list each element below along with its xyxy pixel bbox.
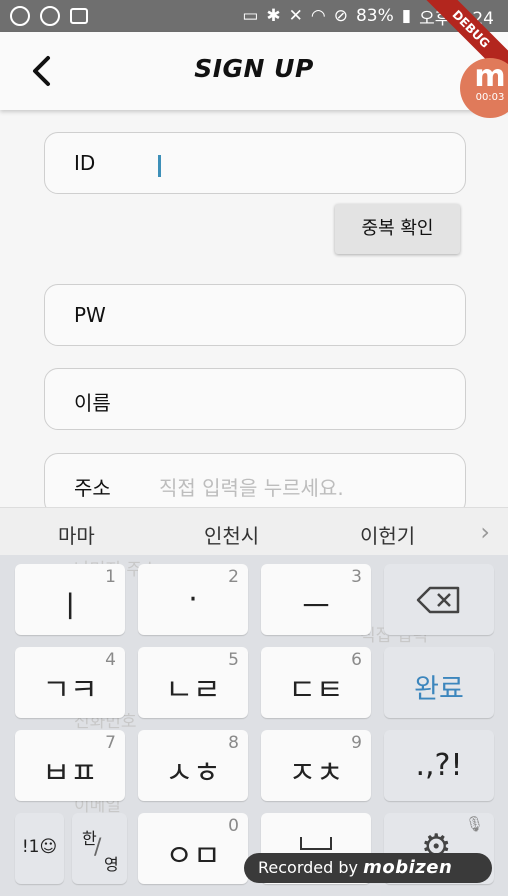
- pw-field[interactable]: PW: [44, 284, 466, 346]
- address-field[interactable]: 주소 직접 입력을 누르세요.: [44, 453, 466, 515]
- key-3[interactable]: 3 ㅡ: [261, 564, 371, 635]
- key-2[interactable]: 2 ·: [138, 564, 248, 635]
- key-1[interactable]: 1 ㅣ: [15, 564, 125, 635]
- key-char: ㄴㄹ: [165, 673, 221, 708]
- name-label: 이름: [74, 391, 111, 415]
- suggestion-2[interactable]: 인천시: [204, 520, 259, 549]
- id-field[interactable]: ID: [44, 132, 466, 194]
- address-placeholder: 직접 입력을 누르세요.: [159, 476, 344, 500]
- address-label: 주소: [74, 476, 111, 500]
- symbols-label: !1☺: [21, 837, 58, 857]
- suggestion-bar: 마마 인천시 이헌기 ›: [0, 507, 508, 555]
- keyboard: 나머지 주소 직접 입력 전화번호 이메일 1 ㅣ 2 · 3 ㅡ 4 ㄱㅋ 5…: [0, 555, 508, 896]
- id-label: ID: [74, 151, 96, 175]
- key-7[interactable]: 7 ㅂㅍ: [15, 730, 125, 801]
- key-8[interactable]: 8 ㅅㅎ: [138, 730, 248, 801]
- bluetooth-icon: ✱: [266, 6, 281, 26]
- symbols-key[interactable]: !1☺: [15, 813, 64, 884]
- slash-divider: /: [94, 835, 102, 860]
- key-char: ㄷㅌ: [288, 673, 344, 708]
- mobizen-logo: mobizen: [363, 857, 453, 878]
- key-char: ㅈㅊ: [288, 756, 344, 791]
- pw-label: PW: [74, 303, 106, 327]
- backspace-key[interactable]: [384, 564, 494, 635]
- cast-icon: ▭: [242, 6, 259, 26]
- suggestion-3[interactable]: 이헌기: [360, 520, 415, 549]
- punctuation-key[interactable]: .,?!: [384, 730, 494, 801]
- bag-icon: [70, 8, 88, 24]
- key-char: ㅅㅎ: [165, 756, 221, 791]
- space-icon: [300, 837, 332, 850]
- recording-overlay[interactable]: Recorded by mobizen: [244, 853, 492, 883]
- recorded-by-text: Recorded by: [258, 858, 358, 877]
- key-0[interactable]: 0 ㅇㅁ: [138, 813, 248, 884]
- done-label: 완료: [414, 674, 464, 705]
- key-char: ㅂㅍ: [42, 756, 98, 791]
- sync-icon: [40, 6, 60, 26]
- duplicate-check-button[interactable]: 중복 확인: [335, 204, 460, 254]
- key-6[interactable]: 6 ㄷㅌ: [261, 647, 371, 718]
- text-caret: [158, 155, 161, 177]
- mute-icon: ✕: [288, 6, 303, 26]
- microphone-icon: 🎙: [464, 815, 484, 833]
- language-label-english: 영: [104, 855, 119, 874]
- battery-level: 83%: [355, 6, 394, 26]
- key-5[interactable]: 5 ㄴㄹ: [138, 647, 248, 718]
- backspace-icon: [416, 586, 460, 614]
- mobizen-icon: [10, 6, 30, 26]
- key-char: ㅣ: [56, 590, 84, 625]
- name-field[interactable]: 이름: [44, 368, 466, 430]
- record-timer: 00:03: [475, 92, 505, 103]
- key-char: ㅇㅁ: [165, 839, 221, 874]
- key-4[interactable]: 4 ㄱㅋ: [15, 647, 125, 718]
- key-char: ㅡ: [302, 590, 330, 625]
- mobizen-logo-icon: m: [474, 59, 506, 94]
- key-9[interactable]: 9 ㅈㅊ: [261, 730, 371, 801]
- suggestion-1[interactable]: 마마: [58, 520, 95, 549]
- chevron-right-icon[interactable]: ›: [480, 518, 490, 546]
- language-key[interactable]: 한 / 영: [72, 813, 127, 884]
- punctuation-label: .,?!: [415, 748, 463, 783]
- key-char: ·: [188, 582, 198, 617]
- wifi-icon: ◠: [310, 6, 326, 26]
- key-char: ㄱㅋ: [42, 673, 98, 708]
- dnd-icon: ⊘: [333, 6, 348, 26]
- done-key[interactable]: 완료: [384, 647, 494, 718]
